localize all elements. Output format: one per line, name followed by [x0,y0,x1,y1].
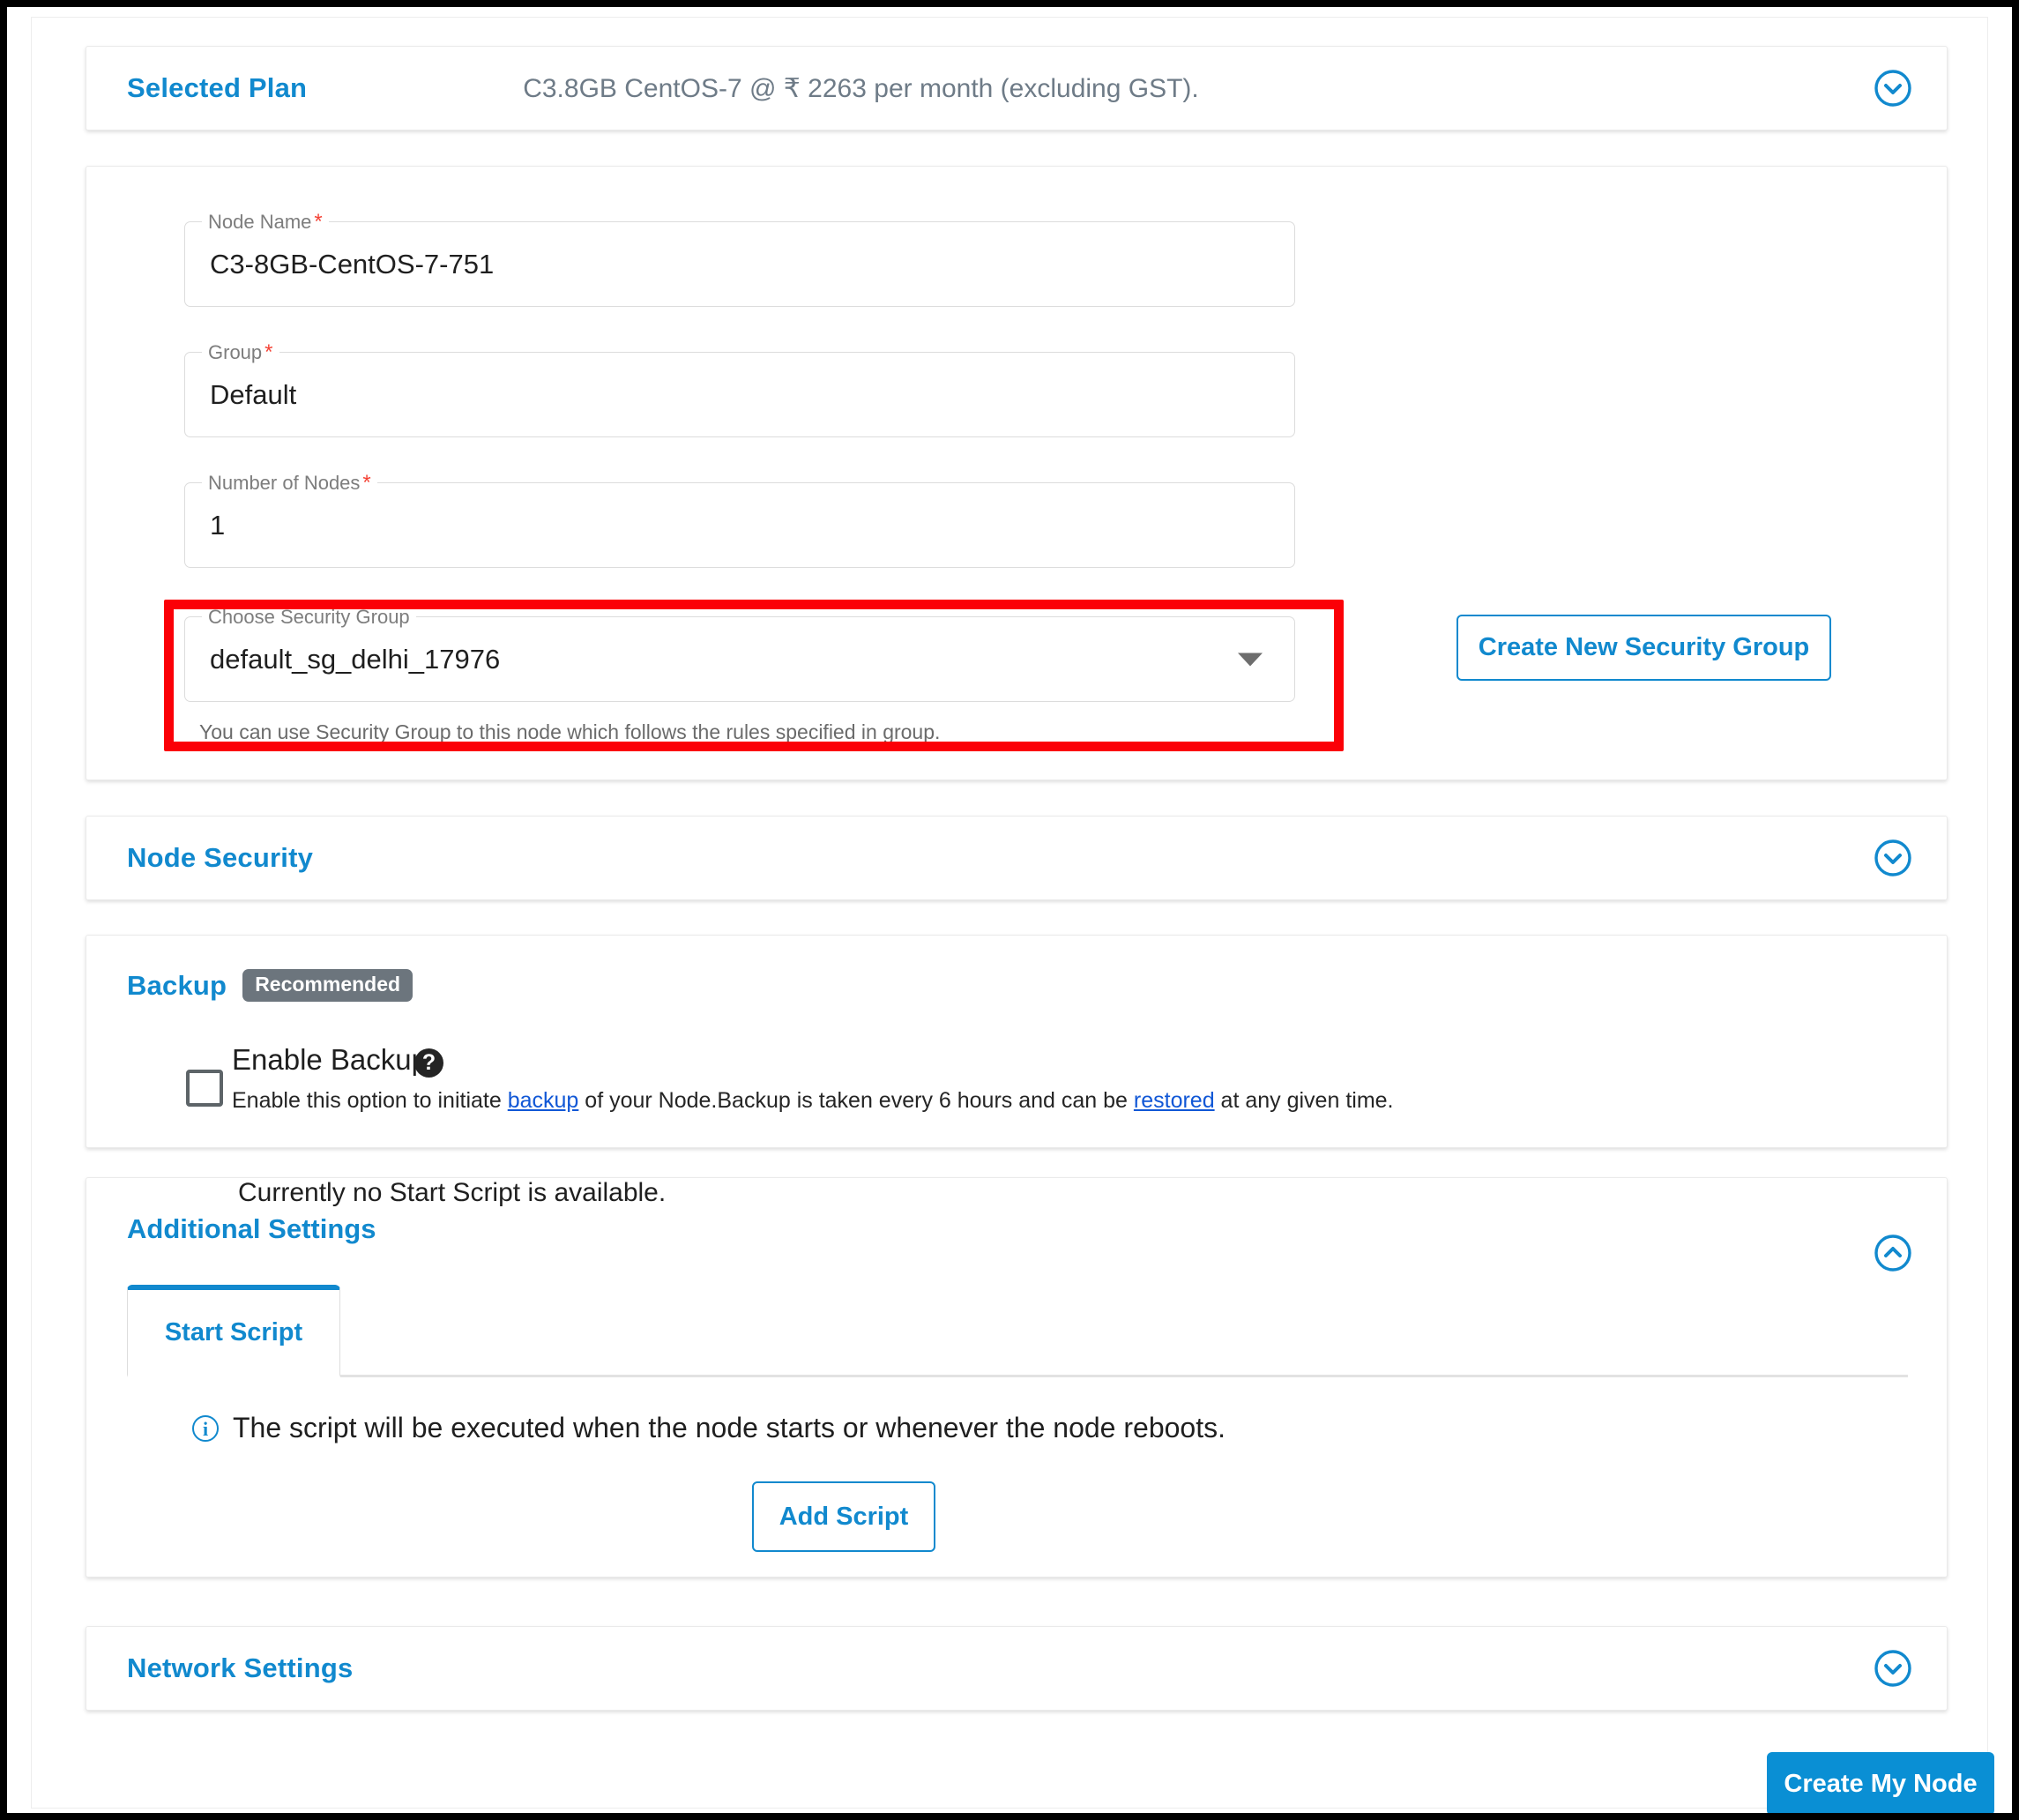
backup-description: Enable this option to initiate backup of… [232,1088,1394,1113]
group-input[interactable]: Default [210,379,296,411]
tab-start-script[interactable]: Start Script [127,1285,340,1377]
chevron-down-icon[interactable] [1238,653,1263,666]
security-group-hint: You can use Security Group to this node … [199,720,941,743]
backup-link[interactable]: backup [508,1088,579,1113]
selected-plan-title: Selected Plan [127,72,308,103]
additional-settings-tabstrip: Start Script [127,1285,1908,1377]
additional-settings-card: Additional Settings Start Script i The s… [86,1177,1948,1578]
node-security-title: Node Security [127,842,314,873]
backup-card: Backup Recommended Enable Backup ? Enabl… [86,935,1948,1148]
enable-backup-label: Enable Backup [232,1043,428,1076]
no-start-script-text: Currently no Start Script is available. [238,1178,667,1207]
additional-settings-title: Additional Settings [127,1213,376,1244]
chevron-down-icon[interactable] [1873,838,1913,878]
selected-plan-summary: C3.8GB CentOS-7 @ ₹ 2263 per month (excl… [523,73,1199,103]
node-security-header[interactable]: Node Security [86,817,1947,899]
network-settings-title: Network Settings [127,1652,354,1683]
number-of-nodes-field[interactable]: Number of Nodes * 1 [184,472,1295,568]
create-my-node-button[interactable]: Create My Node [1767,1752,1994,1813]
network-settings-header[interactable]: Network Settings [86,1627,1947,1710]
create-node-page: Selected Plan C3.8GB CentOS-7 @ ₹ 2263 p… [32,18,1994,1813]
chevron-up-icon[interactable] [1873,1233,1913,1273]
chevron-down-icon[interactable] [1873,68,1913,108]
browser-viewport: Selected Plan C3.8GB CentOS-7 @ ₹ 2263 p… [7,7,2012,1813]
security-group-label: Choose Security Group [202,606,416,629]
selected-plan-header[interactable]: Selected Plan C3.8GB CentOS-7 @ ₹ 2263 p… [86,47,1947,130]
network-settings-card: Network Settings [86,1626,1948,1711]
node-configuration-card: Node Name * C3-8GB-CentOS-7-751 Group * De… [86,166,1948,780]
node-name-input[interactable]: C3-8GB-CentOS-7-751 [210,249,494,280]
security-group-value: default_sg_delhi_17976 [210,643,501,675]
group-label: Group * [202,341,279,364]
recommended-badge: Recommended [242,969,413,1002]
backup-title: Backup [127,969,227,1001]
start-script-info-text: The script will be executed when the nod… [233,1412,1226,1443]
chevron-down-icon[interactable] [1873,1648,1913,1689]
add-script-button[interactable]: Add Script [752,1481,935,1552]
node-name-label: Node Name * [202,211,329,234]
group-field[interactable]: Group * Default [184,341,1295,437]
node-name-field[interactable]: Node Name * C3-8GB-CentOS-7-751 [184,211,1295,307]
security-group-select[interactable]: Choose Security Group default_sg_delhi_1… [184,606,1295,702]
restored-link[interactable]: restored [1134,1088,1215,1113]
number-of-nodes-input[interactable]: 1 [210,510,225,541]
node-security-card: Node Security [86,816,1948,900]
number-of-nodes-label: Number of Nodes * [202,472,377,495]
create-new-security-group-button[interactable]: Create New Security Group [1457,615,1831,681]
help-icon[interactable]: ? [414,1048,443,1078]
selected-plan-card: Selected Plan C3.8GB CentOS-7 @ ₹ 2263 p… [86,46,1948,131]
start-script-info-row: i The script will be executed when the n… [192,1412,1226,1444]
info-icon: i [192,1414,219,1442]
backup-heading-row: Backup Recommended [127,969,413,1002]
enable-backup-checkbox[interactable] [186,1070,223,1107]
